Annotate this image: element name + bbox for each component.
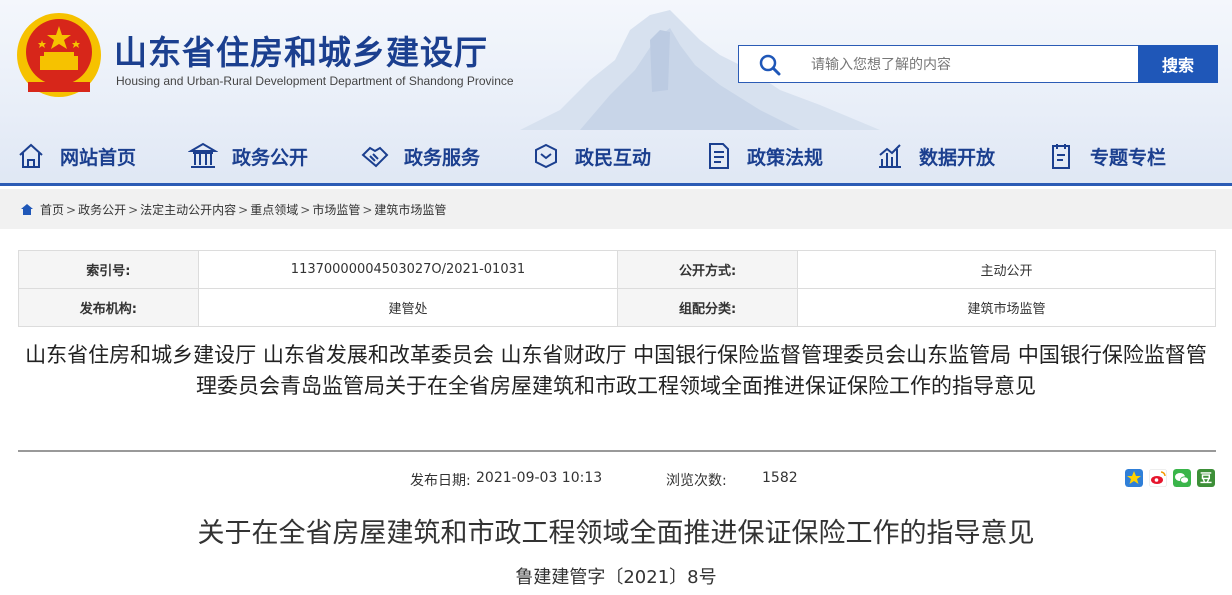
douban-share-icon[interactable]: 豆: [1197, 469, 1215, 487]
site-subtitle: Housing and Urban-Rural Development Depa…: [116, 74, 514, 88]
qzone-share-icon[interactable]: [1125, 469, 1143, 487]
national-emblem-icon: [17, 13, 101, 97]
views-label: 浏览次数:: [666, 473, 727, 489]
search-icon[interactable]: [759, 54, 781, 76]
main-nav: 网站首页 政务公开 政务服务 政民互动 政策法规 数据开放 专题专栏: [0, 128, 1232, 184]
nav-label: 专题专栏: [1090, 146, 1167, 169]
org-label: 发布机构:: [18, 288, 199, 327]
breadcrumb-bar: 首页 > 政务公开 > 法定主动公开内容 > 重点领域 > 市场监管 > 建筑市场监管: [0, 189, 1232, 229]
breadcrumb-home[interactable]: 首页: [40, 201, 64, 218]
nav-item-gov-service[interactable]: 政务服务: [360, 128, 480, 184]
home-icon: [19, 143, 43, 168]
breadcrumb-construction-market[interactable]: 建筑市场监管: [374, 201, 446, 218]
nav-label: 网站首页: [60, 146, 137, 169]
document-number: 鲁建建管字〔2021〕8号: [515, 567, 717, 588]
breadcrumb-key-areas[interactable]: 重点领域: [250, 201, 298, 218]
table-row: 发布机构: 建管处 组配分类: 建筑市场监管: [18, 288, 1217, 327]
nav-label: 数据开放: [919, 146, 996, 169]
publish-date-label: 发布日期:: [410, 473, 471, 489]
interaction-icon: [535, 143, 557, 169]
government-building-icon: [188, 142, 218, 168]
nav-item-data-open[interactable]: 数据开放: [875, 128, 995, 184]
search-input[interactable]: [809, 46, 1133, 84]
publish-date-value: 2021-09-03 10:13: [476, 470, 603, 486]
nav-label: 政民互动: [575, 146, 652, 169]
nav-label: 政务公开: [232, 146, 309, 169]
nav-item-gov-open[interactable]: 政务公开: [188, 128, 308, 184]
home-small-icon: [21, 204, 33, 215]
wechat-share-icon[interactable]: [1173, 469, 1191, 487]
nav-item-topic[interactable]: 专题专栏: [1046, 128, 1166, 184]
nav-item-interaction[interactable]: 政民互动: [531, 128, 651, 184]
breadcrumb-gov-open[interactable]: 政务公开: [78, 201, 126, 218]
breadcrumb-legal-content[interactable]: 法定主动公开内容: [140, 201, 236, 218]
info-table: 索引号: 11370000004503027O/2021-01031 公开方式:…: [18, 250, 1217, 327]
table-row: 索引号: 11370000004503027O/2021-01031 公开方式:…: [18, 250, 1217, 289]
data-chart-icon: [879, 144, 901, 168]
site-header: 山东省住房和城乡建设厅 Housing and Urban-Rural Deve…: [0, 0, 1232, 185]
search-button[interactable]: 搜索: [1138, 45, 1218, 83]
nav-underline: [0, 183, 1232, 186]
index-value: 11370000004503027O/2021-01031: [197, 250, 619, 289]
document-title: 山东省住房和城乡建设厅 山东省发展和改革委员会 山东省财政厅 中国银行保险监督管…: [25, 343, 1207, 398]
weibo-share-icon[interactable]: [1149, 469, 1167, 487]
nav-item-policy[interactable]: 政策法规: [703, 128, 823, 184]
main-title: 关于在全省房屋建筑和市政工程领域全面推进保证保险工作的指导意见: [197, 518, 1035, 549]
nav-label: 政策法规: [747, 146, 824, 169]
breadcrumb: 首页 > 政务公开 > 法定主动公开内容 > 重点领域 > 市场监管 > 建筑市场监管: [20, 201, 446, 218]
org-value: 建管处: [197, 288, 619, 327]
search-box: 搜索: [738, 45, 1218, 84]
document-icon: [709, 143, 729, 169]
category-label: 组配分类:: [617, 288, 798, 327]
index-label: 索引号:: [18, 250, 199, 289]
topic-icon: [1052, 144, 1070, 169]
breadcrumb-market[interactable]: 市场监管: [312, 201, 360, 218]
category-value: 建筑市场监管: [796, 288, 1217, 327]
site-title: 山东省住房和城乡建设厅: [114, 33, 488, 72]
nav-item-home[interactable]: 网站首页: [16, 128, 136, 184]
open-label: 公开方式:: [617, 250, 798, 289]
divider: [18, 450, 1216, 452]
open-value: 主动公开: [796, 250, 1217, 289]
handshake-icon: [361, 146, 389, 168]
nav-label: 政务服务: [404, 146, 481, 169]
views-value: 1582: [762, 470, 798, 486]
